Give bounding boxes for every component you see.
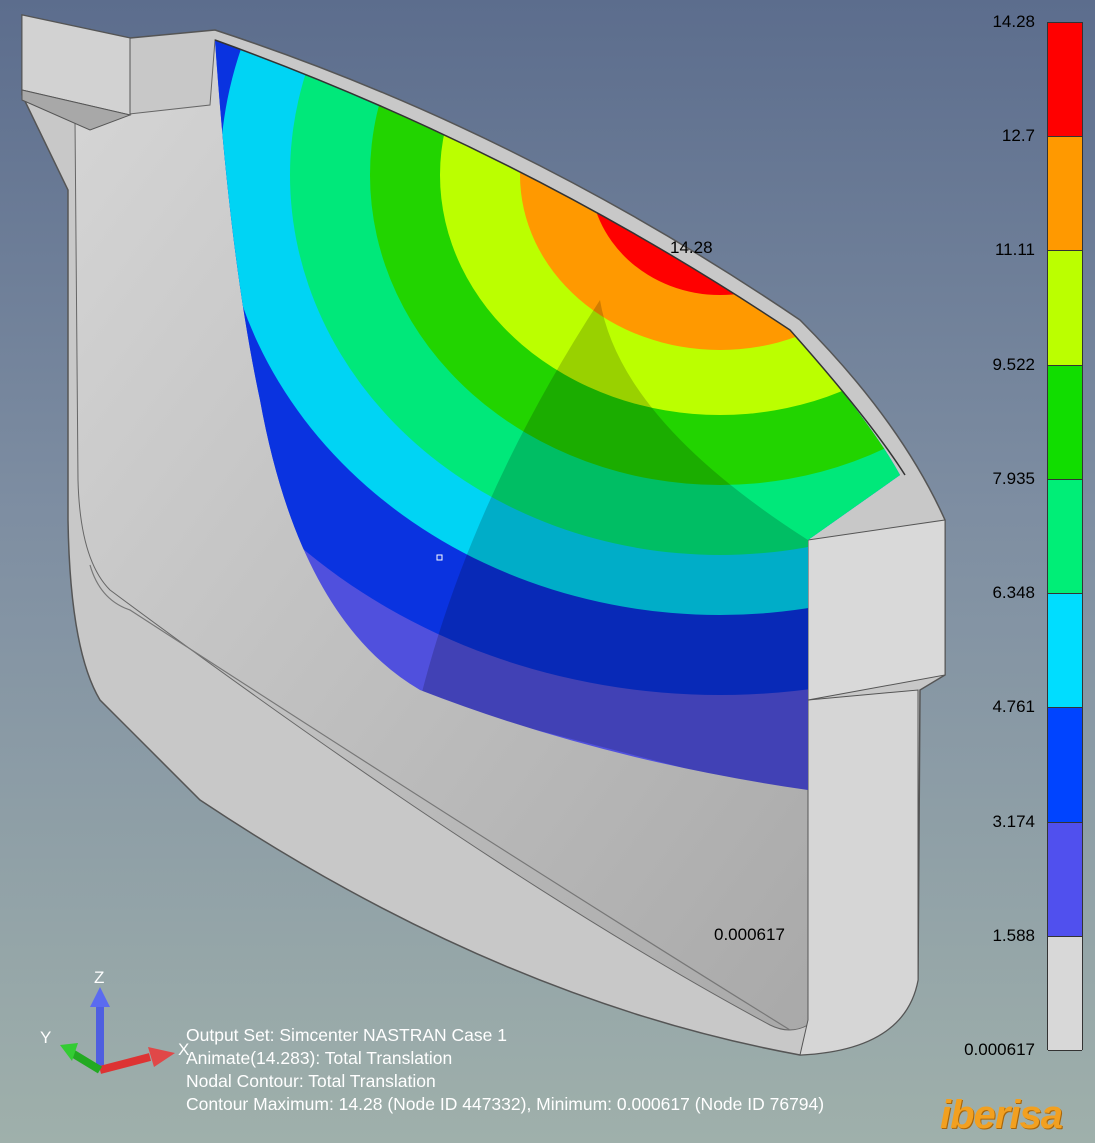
x-axis-arrow bbox=[148, 1047, 175, 1067]
right-block bbox=[807, 519, 946, 701]
legend-color-band bbox=[1048, 365, 1082, 480]
min-value-label: 0.000617 bbox=[714, 925, 785, 944]
legend-tick-label: 12.7 bbox=[1001, 126, 1035, 146]
legend-color-band bbox=[1048, 822, 1082, 937]
z-axis-arrow bbox=[90, 987, 110, 1007]
axis-triad: Z X Y bbox=[40, 968, 189, 1074]
right-column bbox=[799, 689, 919, 1056]
nodal-contour-line: Nodal Contour: Total Translation bbox=[186, 1071, 436, 1091]
legend-color-band bbox=[1048, 708, 1082, 823]
legend-color-band bbox=[1048, 23, 1082, 138]
max-value-label: 14.28 bbox=[670, 238, 713, 257]
y-axis-label: Y bbox=[40, 1028, 51, 1047]
legend-tick-label: 7.935 bbox=[992, 468, 1035, 488]
contour-legend-bar bbox=[1047, 22, 1083, 1051]
legend-color-band bbox=[1048, 479, 1082, 595]
animate-line: Animate(14.283): Total Translation bbox=[186, 1048, 453, 1068]
legend-tick-label: 0.000617 bbox=[964, 1040, 1035, 1059]
legend-color-band bbox=[1048, 594, 1082, 709]
legend-tick-label: 14.28 bbox=[992, 12, 1035, 31]
legend-color-band bbox=[1048, 137, 1082, 252]
legend-tick-label: 11.11 bbox=[994, 240, 1035, 260]
legend-tick-label: 3.174 bbox=[992, 811, 1035, 831]
contour-range-line: Contour Maximum: 14.28 (Node ID 447332),… bbox=[186, 1094, 825, 1114]
graphics-viewport[interactable]: 14.28 0.000617 14.28 12.7 11.11 9.522 7.935 6… bbox=[0, 0, 1095, 1143]
legend-color-band bbox=[1048, 936, 1082, 1051]
legend-tick-label: 9.522 bbox=[992, 354, 1035, 374]
legend-tick-label: 1.588 bbox=[992, 925, 1035, 945]
z-axis-label: Z bbox=[94, 968, 104, 987]
legend-tick-label: 6.348 bbox=[992, 583, 1035, 603]
legend-color-band bbox=[1048, 251, 1082, 366]
iberisa-logo: iberisa bbox=[940, 1093, 1063, 1137]
legend-tick-label: 4.761 bbox=[992, 697, 1035, 717]
output-set-line: Output Set: Simcenter NASTRAN Case 1 bbox=[186, 1025, 507, 1045]
output-info-panel: Output Set: Simcenter NASTRAN Case 1 Ani… bbox=[186, 1024, 824, 1116]
